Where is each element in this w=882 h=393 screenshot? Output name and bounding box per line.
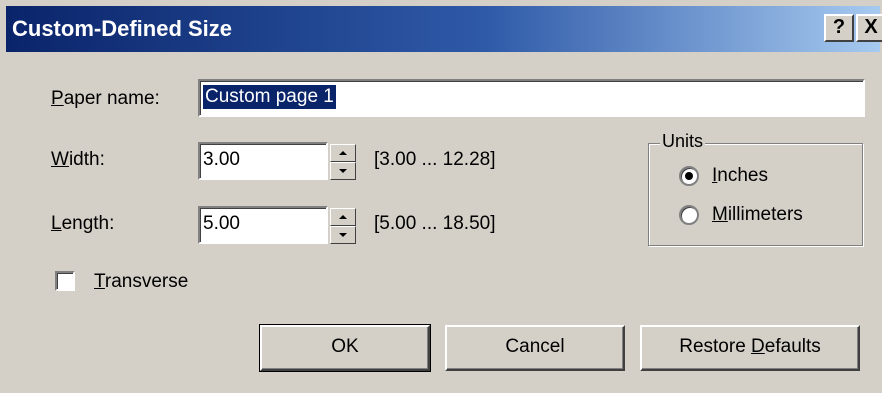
restore-defaults-mnemonic: D	[751, 336, 765, 357]
transverse-label-rest: ransverse	[104, 271, 189, 292]
units-group	[648, 143, 863, 246]
inches-radio-dot	[685, 172, 693, 180]
paper-name-label-rest: aper name:	[63, 88, 160, 109]
restore-defaults-label-start: Restore	[679, 336, 752, 357]
inches-label[interactable]: Inches	[712, 165, 768, 187]
length-spinner[interactable]	[330, 208, 356, 244]
millimeters-label-rest: illimeters	[727, 204, 803, 225]
inches-radio[interactable]	[679, 166, 699, 186]
width-increment-button[interactable]	[330, 144, 356, 162]
width-decrement-button[interactable]	[330, 162, 356, 180]
width-value: 3.00	[203, 149, 240, 170]
transverse-checkbox[interactable]	[55, 271, 75, 291]
restore-defaults-label-rest: efaults	[764, 336, 821, 357]
width-input[interactable]: 3.00	[198, 142, 328, 180]
millimeters-radio[interactable]	[679, 205, 699, 225]
title-bar[interactable]: Custom-Defined Size ? X	[6, 6, 882, 52]
units-group-label: Units	[660, 131, 706, 152]
custom-size-dialog: Custom-Defined Size ? X Paper name: Cust…	[0, 0, 882, 393]
millimeters-mnemonic: M	[712, 204, 728, 225]
paper-name-value: Custom page 1	[203, 85, 336, 109]
length-range: [5.00 ... 18.50]	[374, 213, 496, 234]
width-range: [3.00 ... 12.28]	[374, 149, 496, 170]
paper-name-mnemonic: P	[51, 88, 64, 109]
length-mnemonic: L	[51, 213, 62, 234]
transverse-mnemonic: T	[94, 271, 105, 292]
length-label: Length:	[51, 213, 114, 235]
length-increment-button[interactable]	[330, 208, 356, 226]
length-decrement-button[interactable]	[330, 226, 356, 244]
close-button[interactable]: X	[856, 14, 882, 42]
millimeters-label[interactable]: Millimeters	[712, 204, 803, 226]
paper-name-input[interactable]: Custom page 1	[198, 79, 865, 117]
restore-defaults-button[interactable]: Restore Defaults	[640, 325, 860, 371]
width-mnemonic: W	[51, 149, 69, 170]
cancel-button[interactable]: Cancel	[445, 325, 625, 371]
paper-name-label: Paper name:	[51, 88, 160, 110]
length-value: 5.00	[203, 213, 240, 234]
window-title: Custom-Defined Size	[12, 16, 233, 41]
help-button[interactable]: ?	[824, 14, 854, 42]
width-label-rest: idth:	[68, 149, 105, 170]
width-label: Width:	[51, 149, 105, 171]
length-input[interactable]: 5.00	[198, 206, 328, 244]
length-label-rest: ength:	[61, 213, 115, 234]
width-spinner[interactable]	[330, 144, 356, 180]
transverse-label[interactable]: Transverse	[94, 271, 188, 293]
ok-button[interactable]: OK	[259, 324, 431, 372]
inches-label-rest: nches	[717, 165, 768, 186]
